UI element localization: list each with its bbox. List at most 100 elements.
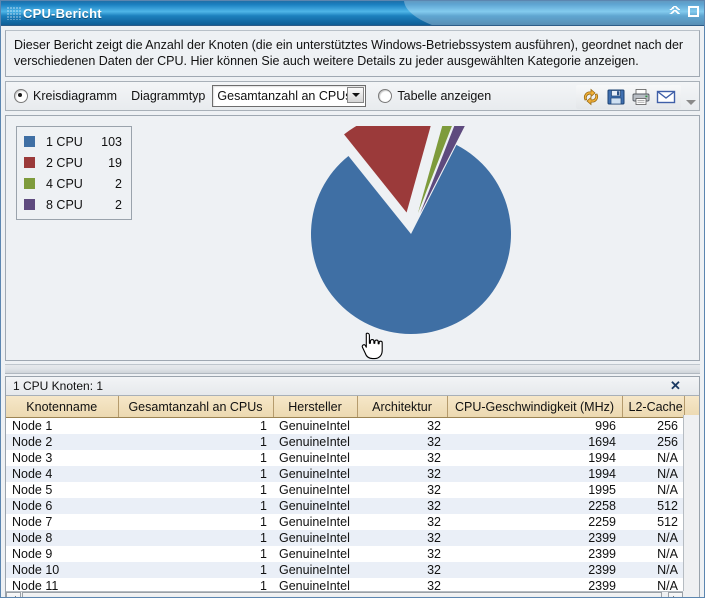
column-header-architektur[interactable]: Architektur [357,396,447,418]
table-row[interactable]: Node 31GenuineIntel321994N/AMicrosof [6,450,699,466]
print-icon[interactable] [631,88,651,106]
table-row[interactable]: Node 41GenuineIntel321994N/AMicrosof [6,466,699,482]
horizontal-scrollbar[interactable] [6,591,699,598]
table-row[interactable]: Node 11GenuineIntel32996256Microsof [6,418,699,435]
window-controls [668,4,699,18]
table-cell: N/A [622,530,684,546]
scroll-left-icon[interactable] [6,592,21,598]
legend-value: 2 [94,198,122,212]
table-cell: 512 [622,498,684,514]
legend-label: 4 CPU [46,177,94,191]
table-cell: 32 [357,530,447,546]
table-row[interactable]: Node 81GenuineIntel322399N/AMicrosof [6,530,699,546]
report-toolbar [576,85,681,109]
table-cell: 1994 [447,466,622,482]
table-cell: GenuineIntel [273,434,357,450]
table-cell: GenuineIntel [273,418,357,435]
panel-splitter[interactable] [5,364,700,374]
table-cell: N/A [622,482,684,498]
legend-item[interactable]: 1 CPU 103 [24,133,122,150]
legend-swatch-icon [24,178,35,189]
legend-item[interactable]: 8 CPU 2 [24,196,122,213]
table-cell: GenuineIntel [273,530,357,546]
hscroll-thumb[interactable] [22,592,662,598]
table-cell: GenuineIntel [273,562,357,578]
table-cell: 1 [118,562,273,578]
chart-control-bar: Kreisdiagramm Diagrammtyp Gesamtanzahl a… [5,81,700,111]
table-row[interactable]: Node 101GenuineIntel322399N/AMicrosof [6,562,699,578]
table-cell: 1995 [447,482,622,498]
table-cell: N/A [622,562,684,578]
table-cell: 2399 [447,546,622,562]
table-cell: 2399 [447,530,622,546]
results-header: 1 CPU Knoten: 1 ✕ [6,377,699,396]
chevron-down-icon[interactable] [347,87,364,103]
table-cell: GenuineIntel [273,514,357,530]
table-cell: GenuineIntel [273,498,357,514]
column-header-knotenname[interactable]: Knotenname [6,396,118,418]
legend-value: 2 [94,177,122,191]
table-cell: 32 [357,434,447,450]
legend-item[interactable]: 4 CPU 2 [24,175,122,192]
table-header-row: Knotenname Gesamtanzahl an CPUs Herstell… [6,396,699,418]
legend-value: 103 [94,135,122,149]
results-grid[interactable]: Knotenname Gesamtanzahl an CPUs Herstell… [6,396,699,598]
legend-value: 19 [94,156,122,170]
table-cell: 32 [357,498,447,514]
pie-chart-svg[interactable] [301,126,551,356]
radio-dot-icon [378,89,392,103]
legend-item[interactable]: 2 CPU 19 [24,154,122,171]
table-row[interactable]: Node 71GenuineIntel322259512Microsof [6,514,699,530]
table-cell: Node 10 [6,562,118,578]
table-cell: GenuineIntel [273,482,357,498]
toolbar-resize-grip[interactable] [686,98,696,108]
column-header-gesamtanzahl-cpus[interactable]: Gesamtanzahl an CPUs [118,396,273,418]
table-cell: 32 [357,466,447,482]
table-row[interactable]: Node 91GenuineIntel322399N/AMicrosof [6,546,699,562]
results-table: Knotenname Gesamtanzahl an CPUs Herstell… [6,396,699,598]
table-row[interactable]: Node 61GenuineIntel322258512Microsof [6,498,699,514]
table-cell: 32 [357,418,447,435]
table-cell: 2399 [447,562,622,578]
table-cell: GenuineIntel [273,546,357,562]
table-cell: 32 [357,562,447,578]
table-cell: 512 [622,514,684,530]
radio-dot-icon [14,89,28,103]
table-cell: 2259 [447,514,622,530]
charttype-select[interactable]: Gesamtanzahl an CPUs [212,85,366,107]
table-cell: 1 [118,466,273,482]
table-cell: 2258 [447,498,622,514]
table-cell: N/A [622,450,684,466]
table-row[interactable]: Node 51GenuineIntel321995N/AMicrosof [6,482,699,498]
pie-chart[interactable] [301,126,551,356]
legend-label: 2 CPU [46,156,94,170]
legend-swatch-icon [24,199,35,210]
table-cell: 1 [118,418,273,435]
table-cell: 1 [118,498,273,514]
legend-swatch-icon [24,136,35,147]
scroll-right-icon[interactable] [668,592,683,598]
chevron-up-icon[interactable] [668,4,682,18]
radio-tabelle-anzeigen[interactable]: Tabelle anzeigen [378,89,491,103]
table-cell: 256 [622,434,684,450]
table-cell: 996 [447,418,622,435]
table-cell: Node 7 [6,514,118,530]
save-icon[interactable] [606,88,626,106]
table-row[interactable]: Node 21GenuineIntel321694256Microsof [6,434,699,450]
radio-kreisdiagramm[interactable]: Kreisdiagramm [14,89,117,103]
email-icon[interactable] [656,88,676,106]
results-title: 1 CPU Knoten: 1 [13,379,103,393]
column-header-l2-cache[interactable]: L2-Cache (KB) [622,396,684,418]
maximize-square-icon[interactable] [688,6,699,17]
table-cell: Node 9 [6,546,118,562]
legend-label: 1 CPU [46,135,94,149]
table-cell: 32 [357,546,447,562]
vertical-scrollbar[interactable] [683,415,699,598]
report-description: Dieser Bericht zeigt die Anzahl der Knot… [5,30,700,77]
page-title: CPU-Bericht [23,6,102,21]
table-cell: 1 [118,514,273,530]
close-icon[interactable]: ✕ [670,379,696,393]
column-header-hersteller[interactable]: Hersteller [273,396,357,418]
column-header-cpu-geschwindigkeit[interactable]: CPU-Geschwindigkeit (MHz) [447,396,622,418]
refresh-icon[interactable] [581,88,601,106]
